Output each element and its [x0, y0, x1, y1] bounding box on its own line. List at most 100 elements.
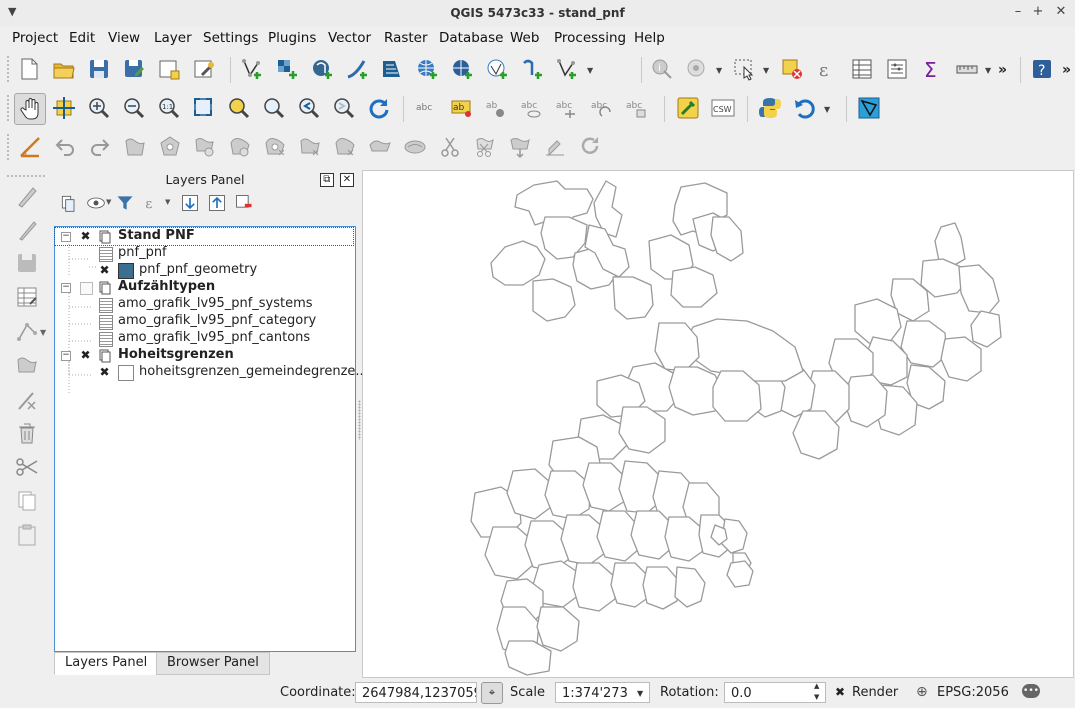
- filter-legend-icon[interactable]: [114, 192, 136, 214]
- add-vector-tile-icon[interactable]: [519, 56, 545, 82]
- select-features-icon[interactable]: [731, 56, 757, 82]
- add-wfs-icon[interactable]: [484, 56, 510, 82]
- highlight-pinned-labels-icon[interactable]: ab: [449, 95, 475, 121]
- toolbar-handle[interactable]: [6, 55, 10, 83]
- pan-map-icon[interactable]: [14, 93, 46, 125]
- zoom-to-layer-icon[interactable]: [261, 95, 287, 121]
- dropdown-arrow-icon[interactable]: ▼: [716, 66, 722, 75]
- collapse-icon[interactable]: −: [61, 283, 71, 293]
- vertex-tool-icon[interactable]: [14, 388, 40, 414]
- collapse-icon[interactable]: −: [61, 351, 71, 361]
- pin-labels-icon[interactable]: ab: [484, 95, 510, 121]
- close-icon[interactable]: ✕: [1053, 4, 1069, 20]
- menu-web[interactable]: Web: [510, 30, 539, 46]
- select-by-expression-icon[interactable]: ε: [814, 56, 840, 82]
- toolbar-overflow-icon[interactable]: »: [998, 62, 1007, 78]
- new-raster-layer-icon[interactable]: [274, 56, 300, 82]
- new-print-layout-icon[interactable]: [156, 56, 182, 82]
- move-label-icon[interactable]: abc: [554, 95, 580, 121]
- messages-icon[interactable]: •••: [1022, 684, 1040, 698]
- toolbar-handle[interactable]: [6, 94, 10, 122]
- zoom-last-icon[interactable]: [296, 95, 322, 121]
- deselect-features-icon[interactable]: [779, 56, 805, 82]
- maximize-icon[interactable]: +: [1030, 4, 1046, 20]
- python-console-icon[interactable]: [757, 95, 783, 121]
- crs-globe-icon[interactable]: ⊕: [916, 684, 928, 700]
- split-features-icon[interactable]: [437, 134, 463, 160]
- menu-project[interactable]: Project: [12, 30, 58, 46]
- chevron-down-icon[interactable]: ▼: [637, 689, 643, 698]
- delete-selected-icon[interactable]: [14, 420, 40, 446]
- layer-row[interactable]: pnf_pnf: [55, 245, 353, 262]
- copy-features-icon[interactable]: [14, 488, 40, 514]
- new-vector-layer-icon[interactable]: [239, 56, 265, 82]
- toggle-extents-icon[interactable]: ⌖: [481, 682, 503, 704]
- render-checkbox[interactable]: ✖: [835, 685, 845, 699]
- layer-visibility-checkbox[interactable]: ✖: [80, 349, 91, 361]
- run-feature-action-icon[interactable]: [684, 56, 710, 82]
- save-project-icon[interactable]: [86, 56, 112, 82]
- plugin-tool-icon[interactable]: [675, 95, 701, 121]
- new-shapefile-icon[interactable]: [554, 56, 580, 82]
- refresh-icon[interactable]: [366, 95, 392, 121]
- dropdown-arrow-icon[interactable]: ▼: [985, 66, 991, 75]
- menu-layer[interactable]: Layer: [154, 30, 192, 46]
- layer-visibility-checkbox[interactable]: ✖: [99, 366, 110, 378]
- layer-row[interactable]: ✖ hoheitsgrenzen_gemeindegrenze...: [55, 364, 368, 381]
- map-canvas[interactable]: [362, 170, 1074, 678]
- add-feature-icon[interactable]: [14, 318, 40, 344]
- remove-layer-icon[interactable]: [233, 192, 255, 214]
- collapse-all-icon[interactable]: [206, 192, 228, 214]
- reshape-features-icon[interactable]: [332, 134, 358, 160]
- menu-processing[interactable]: Processing: [554, 30, 626, 46]
- menu-edit[interactable]: Edit: [69, 30, 95, 46]
- undo-icon[interactable]: [52, 134, 78, 160]
- zoom-next-icon[interactable]: [331, 95, 357, 121]
- expand-all-icon[interactable]: [179, 192, 201, 214]
- delete-part-icon[interactable]: [297, 134, 323, 160]
- rotate-label-icon[interactable]: abc: [589, 95, 615, 121]
- digitize-with-table-icon[interactable]: [14, 284, 40, 310]
- dropdown-arrow-icon[interactable]: ▼: [165, 198, 170, 206]
- toolbar-handle[interactable]: [6, 174, 46, 178]
- spinbox-arrows-icon[interactable]: ▲ ▼: [814, 681, 819, 703]
- dropdown-arrow-icon[interactable]: ▼: [40, 328, 46, 337]
- zoom-native-resolution-icon[interactable]: 1:1: [156, 95, 182, 121]
- save-as-icon[interactable]: [121, 56, 147, 82]
- add-delimited-text-icon[interactable]: [344, 56, 370, 82]
- layer-visibility-checkbox[interactable]: ✖: [99, 264, 110, 276]
- collapse-icon[interactable]: −: [61, 232, 71, 242]
- minimize-icon[interactable]: –: [1010, 4, 1026, 20]
- dropdown-arrow-icon[interactable]: ▼: [106, 198, 111, 206]
- layout-manager-icon[interactable]: [191, 56, 217, 82]
- measure-angle-icon[interactable]: [17, 134, 43, 160]
- merge-attributes-icon[interactable]: [542, 134, 568, 160]
- zoom-full-icon[interactable]: [191, 95, 217, 121]
- open-project-icon[interactable]: [51, 56, 77, 82]
- toolbar-overflow-icon[interactable]: »: [1062, 62, 1071, 78]
- close-dock-icon[interactable]: ✕: [340, 173, 354, 187]
- simplify-feature-icon[interactable]: [122, 134, 148, 160]
- menu-help[interactable]: Help: [634, 30, 665, 46]
- offset-curve-icon[interactable]: [367, 134, 393, 160]
- manage-themes-icon[interactable]: [85, 192, 107, 214]
- open-layer-styling-icon[interactable]: [58, 192, 80, 214]
- crs-label[interactable]: EPSG:2056: [937, 685, 1009, 700]
- layer-row[interactable]: amo_grafik_lv95_pnf_cantons: [55, 330, 353, 347]
- add-postgis-icon[interactable]: [309, 56, 335, 82]
- new-project-icon[interactable]: [16, 56, 42, 82]
- dropdown-arrow-icon[interactable]: ▼: [763, 66, 769, 75]
- menu-database[interactable]: Database: [439, 30, 503, 46]
- add-part-icon[interactable]: [192, 134, 218, 160]
- zoom-in-icon[interactable]: [86, 95, 112, 121]
- undo-redo-icon[interactable]: [792, 95, 818, 121]
- open-attribute-table-icon[interactable]: [849, 56, 875, 82]
- toolbar-handle[interactable]: [6, 133, 10, 161]
- geometry-tool-icon[interactable]: [856, 95, 882, 121]
- dropdown-arrow-icon[interactable]: ▼: [824, 105, 830, 114]
- field-calculator-icon[interactable]: Σ: [919, 56, 945, 82]
- move-feature-icon[interactable]: [14, 353, 40, 379]
- zoom-to-selection-icon[interactable]: [226, 95, 252, 121]
- pan-to-selection-icon[interactable]: [51, 95, 77, 121]
- coordinate-field[interactable]: 2647984,1237059: [355, 682, 477, 703]
